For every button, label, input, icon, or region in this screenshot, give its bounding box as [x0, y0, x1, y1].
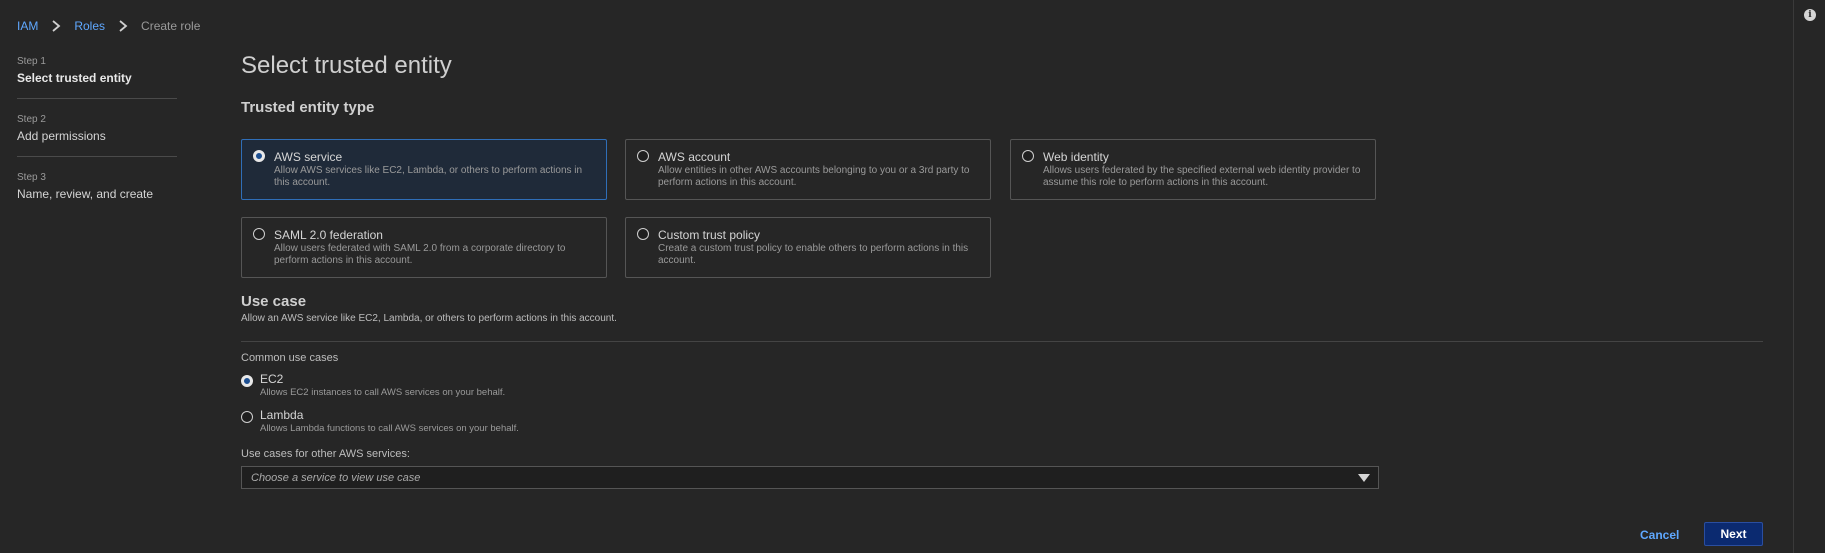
step-number: Step 1 — [17, 56, 46, 67]
step-3: Step 3 Name, review, and create — [17, 172, 177, 214]
step-2: Step 2 Add permissions — [17, 114, 177, 157]
radio-icon[interactable] — [637, 150, 649, 162]
chevron-right-icon — [119, 20, 128, 32]
service-select[interactable]: Choose a service to view use case — [241, 466, 1379, 489]
info-icon[interactable]: i — [1804, 9, 1816, 21]
step-label: Add permissions — [17, 129, 106, 143]
card-title: Web identity — [1043, 150, 1109, 164]
use-case-description: Allow an AWS service like EC2, Lambda, o… — [241, 313, 617, 324]
right-panel-divider — [1793, 0, 1794, 553]
card-description: Allow AWS services like EC2, Lambda, or … — [274, 165, 583, 188]
radio-icon[interactable] — [241, 411, 253, 423]
trusted-entity-heading: Trusted entity type — [241, 99, 375, 116]
card-title: AWS account — [658, 150, 731, 164]
card-saml-federation[interactable]: SAML 2.0 federation Allow users federate… — [241, 217, 607, 278]
page-title: Select trusted entity — [241, 52, 452, 79]
other-services-label: Use cases for other AWS services: — [241, 448, 410, 460]
radio-icon[interactable] — [253, 228, 265, 240]
caret-down-icon — [1358, 474, 1370, 482]
card-description: Allows users federated by the specified … — [1043, 165, 1361, 188]
wizard-steps: Step 1 Select trusted entity Step 2 Add … — [17, 56, 177, 229]
radio-icon[interactable] — [1022, 150, 1034, 162]
chevron-right-icon — [52, 20, 61, 32]
select-placeholder: Choose a service to view use case — [251, 472, 421, 484]
card-title: SAML 2.0 federation — [274, 228, 383, 242]
common-use-cases-label: Common use cases — [241, 352, 339, 364]
card-title: AWS service — [274, 150, 343, 164]
step-label: Name, review, and create — [17, 187, 154, 201]
card-web-identity[interactable]: Web identity Allows users federated by t… — [1010, 139, 1376, 200]
option-title: Lambda — [260, 408, 304, 422]
next-button[interactable]: Next — [1704, 522, 1763, 546]
breadcrumb-current: Create role — [141, 19, 201, 33]
breadcrumb: IAM Roles Create role — [17, 19, 200, 33]
option-title: EC2 — [260, 372, 284, 386]
use-case-heading: Use case — [241, 293, 307, 310]
step-1: Step 1 Select trusted entity — [17, 56, 177, 99]
option-description: Allows EC2 instances to call AWS service… — [260, 387, 506, 398]
card-description: Allow entities in other AWS accounts bel… — [658, 165, 970, 188]
option-description: Allows Lambda functions to call AWS serv… — [260, 423, 519, 434]
radio-icon[interactable] — [241, 375, 253, 387]
step-number: Step 2 — [17, 114, 46, 125]
card-aws-account[interactable]: AWS account Allow entities in other AWS … — [625, 139, 991, 200]
card-description: Create a custom trust policy to enable o… — [658, 243, 969, 266]
step-label: Select trusted entity — [17, 71, 132, 85]
breadcrumb-iam-link[interactable]: IAM — [17, 19, 38, 33]
step-number: Step 3 — [17, 172, 46, 183]
radio-icon[interactable] — [253, 150, 265, 162]
divider — [241, 341, 1763, 342]
card-description: Allow users federated with SAML 2.0 from… — [274, 243, 566, 266]
card-custom-trust-policy[interactable]: Custom trust policy Create a custom trus… — [625, 217, 991, 278]
cancel-button[interactable]: Cancel — [1640, 528, 1679, 542]
card-title: Custom trust policy — [658, 228, 761, 242]
card-aws-service[interactable]: AWS service Allow AWS services like EC2,… — [241, 139, 607, 200]
radio-icon[interactable] — [637, 228, 649, 240]
breadcrumb-roles-link[interactable]: Roles — [74, 19, 105, 33]
